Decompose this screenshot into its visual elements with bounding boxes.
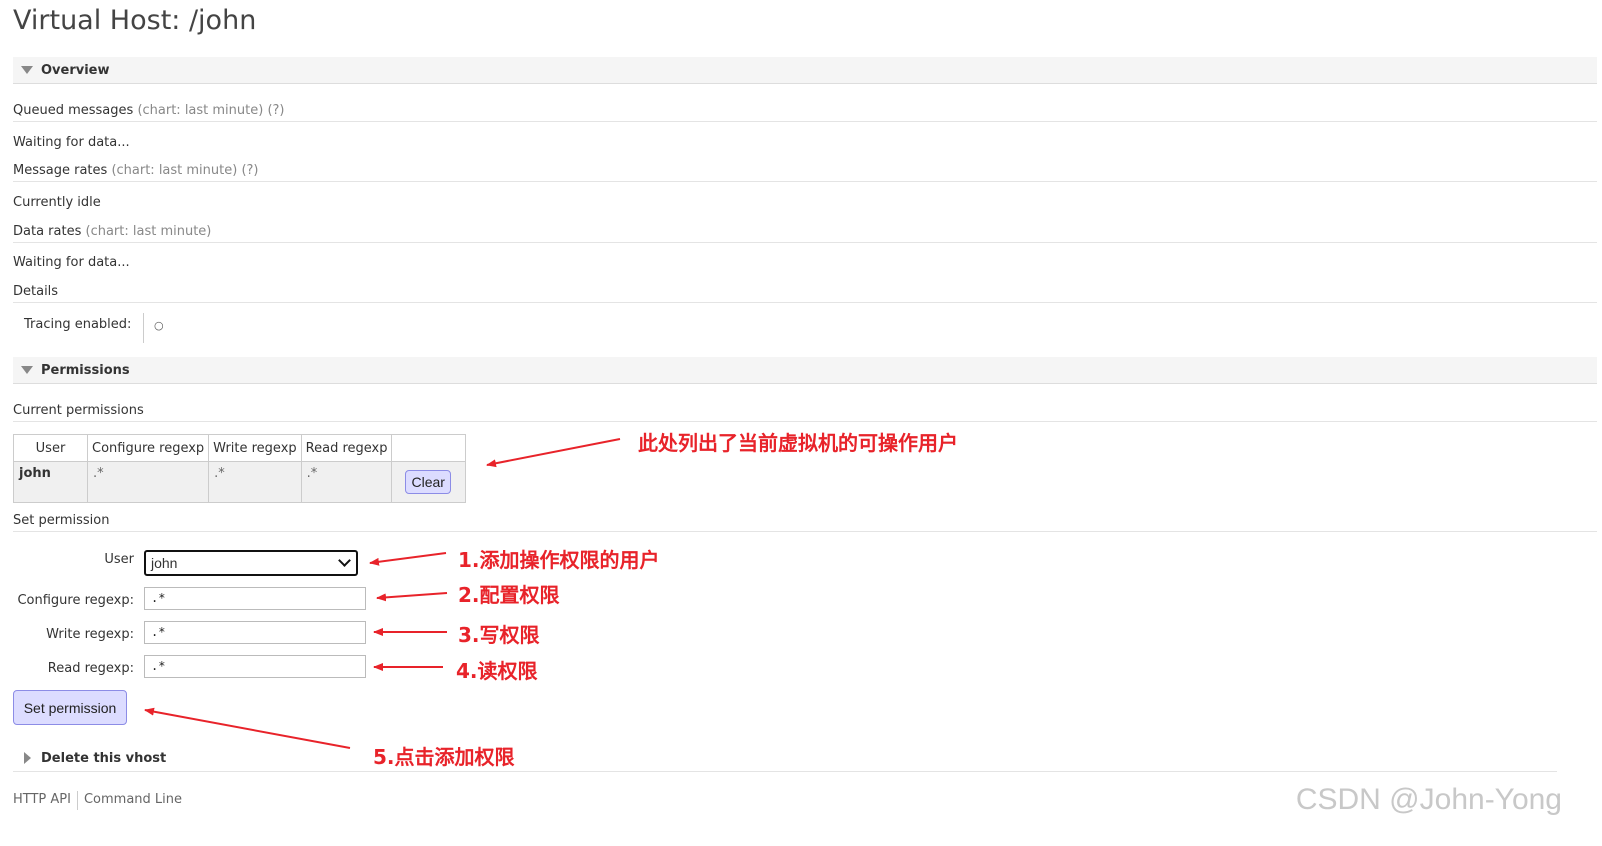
annotation-step3: 3.写权限 <box>458 623 540 647</box>
annotation-step4: 4.读权限 <box>456 659 538 683</box>
annotation-arrow-step2 <box>376 592 448 602</box>
watermark: CSDN @John-Yong <box>1295 783 1562 816</box>
annotation-step1: 1.添加操作权限的用户 <box>458 548 660 572</box>
annotation-arrow-users <box>486 438 621 468</box>
annotation-arrows <box>144 438 621 749</box>
annotation-arrow-step5 <box>144 707 351 749</box>
annotation-arrow-step1 <box>369 552 447 566</box>
annotation-users-note: 此处列出了当前虚拟机的可操作用户 <box>638 431 958 455</box>
annotation-step2: 2.配置权限 <box>458 583 560 607</box>
annotation-step5: 5.点击添加权限 <box>373 745 515 769</box>
